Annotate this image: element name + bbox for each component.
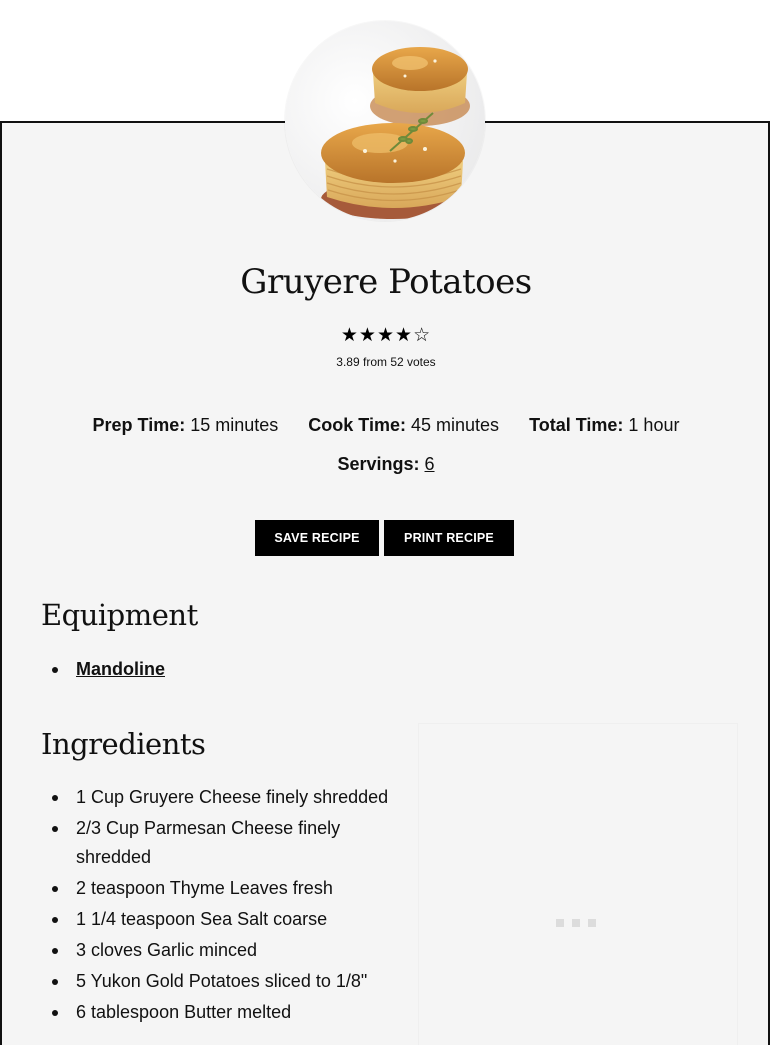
prep-time: Prep Time: 15 minutes [93, 415, 279, 436]
ingredients-heading: Ingredients [41, 727, 206, 761]
ad-placeholder[interactable] [418, 723, 738, 1045]
rating-summary: 3.89 from 52 votes [336, 355, 436, 369]
list-item: 6 tablespoon Butter melted [52, 998, 406, 1027]
cook-time: Cook Time: 45 minutes [308, 415, 499, 436]
star-empty-icon[interactable]: ☆ [413, 325, 431, 346]
star-filled-icon[interactable]: ★ [359, 325, 377, 346]
save-recipe-button[interactable]: SAVE RECIPE [255, 520, 379, 556]
loading-dots-icon [556, 919, 596, 927]
list-item: 1 Cup Gruyere Cheese finely shredded [52, 783, 406, 812]
total-time-label: Total Time: [529, 415, 624, 435]
recipe-photo [285, 21, 485, 221]
prep-time-value: 15 minutes [190, 415, 279, 435]
total-time-value: 1 hour [628, 415, 680, 435]
cook-time-label: Cook Time: [308, 415, 406, 435]
equipment-list: Mandoline [52, 655, 165, 684]
list-item: 3 cloves Garlic minced [52, 936, 406, 965]
equipment-link-mandoline[interactable]: Mandoline [76, 659, 165, 679]
list-item: 2 teaspoon Thyme Leaves fresh [52, 874, 406, 903]
total-time: Total Time: 1 hour [529, 415, 679, 436]
equipment-heading: Equipment [41, 598, 198, 632]
list-item: 2/3 Cup Parmesan Cheese finely shredded [52, 814, 406, 872]
print-recipe-button[interactable]: PRINT RECIPE [384, 520, 514, 556]
star-filled-icon[interactable]: ★ [395, 325, 413, 346]
prep-time-label: Prep Time: [92, 415, 186, 435]
servings: Servings: 6 [0, 454, 772, 475]
recipe-title: Gruyere Potatoes [240, 262, 532, 302]
recipe-times: Prep Time: 15 minutes Cook Time: 45 minu… [0, 415, 772, 436]
list-item: 5 Yukon Gold Potatoes sliced to 1/8" [52, 967, 406, 996]
servings-value[interactable]: 6 [425, 454, 435, 474]
star-filled-icon[interactable]: ★ [341, 325, 359, 346]
rating-stars[interactable]: ★★★★☆ [0, 325, 772, 347]
star-filled-icon[interactable]: ★ [377, 325, 395, 346]
servings-label: Servings: [337, 454, 420, 474]
cook-time-value: 45 minutes [411, 415, 500, 435]
list-item: 1 1/4 teaspoon Sea Salt coarse [52, 905, 406, 934]
potato-stack-photo-icon [285, 21, 485, 221]
ingredients-list: 1 Cup Gruyere Cheese finely shredded 2/3… [52, 783, 406, 1029]
list-item: Mandoline [52, 655, 165, 684]
